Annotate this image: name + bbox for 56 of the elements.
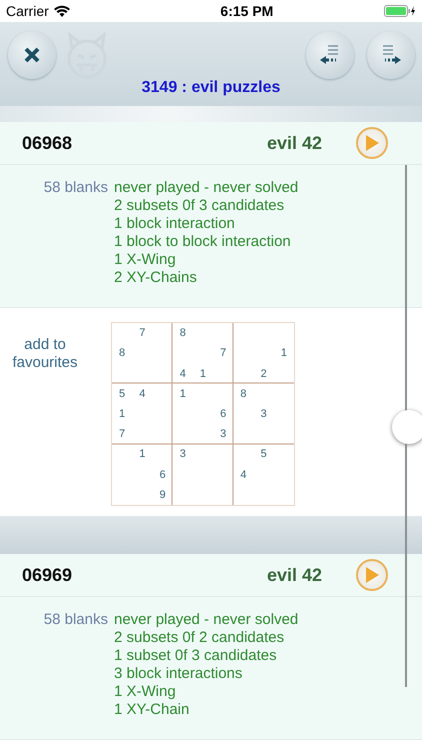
play-button[interactable] — [356, 559, 388, 591]
grid-digit: 8 — [119, 347, 126, 360]
play-button[interactable] — [356, 127, 388, 159]
grid-digit: 1 — [119, 408, 126, 420]
grid-digit: 8 — [240, 388, 246, 400]
clock-time: 6:15 PM — [220, 3, 274, 19]
puzzle-number: 06969 — [22, 564, 74, 586]
grid-digit: 1 — [280, 347, 287, 360]
grid-digit: 5 — [260, 448, 267, 460]
grid-digit: 4 — [180, 368, 186, 380]
grid-digit: 7 — [139, 327, 146, 340]
grid-digit: 6 — [220, 408, 226, 420]
grid-digit: 1 — [139, 448, 146, 460]
grid-digit: 1 — [180, 388, 186, 400]
grid-digit: 5 — [119, 388, 126, 400]
technique-line: 1 X-Wing — [114, 683, 177, 701]
grid-digit: 1 — [200, 368, 206, 380]
grid-digit: 4 — [240, 468, 246, 481]
close-icon — [24, 47, 40, 63]
blanks-count: 58 blanks — [44, 611, 108, 628]
puzzle-number: 06968 — [22, 132, 74, 154]
technique-line: 1 subset 0f 3 candidates — [114, 647, 278, 665]
play-icon — [364, 566, 380, 584]
battery-icon — [384, 5, 416, 17]
grid-digit: 7 — [220, 347, 226, 360]
technique-line: 2 subsets 0f 2 candidates — [114, 629, 286, 647]
header-title: 3149 : evil puzzles — [140, 79, 282, 97]
previous-button[interactable] — [306, 31, 354, 79]
technique-line: 3 block interactions — [114, 665, 244, 683]
sudoku-grid[interactable]: 7 8 8 7 1 4 1 2 5 4 1 8 1 6 3 7 3 1 3 5 6 4 9 — [111, 322, 295, 506]
technique-line: 2 XY-Chains — [114, 269, 198, 287]
technique-line: 1 XY-Chain — [114, 701, 190, 719]
add-to-favourites-link[interactable]: add to favourites — [0, 322, 90, 516]
puzzle-rating: evil 42 — [266, 564, 322, 586]
technique-line: 1 block to block interaction — [114, 233, 292, 251]
puzzle-rating: evil 42 — [266, 132, 322, 154]
carrier-label: Carrier — [6, 3, 49, 19]
technique-line: 2 subsets 0f 3 candidates — [114, 197, 286, 215]
play-icon — [364, 134, 380, 152]
close-button[interactable] — [8, 31, 56, 79]
technique-line: never played - never solved — [114, 611, 298, 629]
grid-digit: 2 — [260, 368, 267, 380]
technique-line: 1 X-Wing — [114, 251, 177, 269]
grid-digit: 6 — [159, 468, 166, 481]
grid-digit: 3 — [180, 448, 186, 460]
blanks-count: 58 blanks — [44, 179, 108, 196]
grid-digit: 3 — [220, 428, 226, 440]
grid-digit: 3 — [260, 408, 267, 420]
technique-line: 1 block interaction — [114, 215, 236, 233]
grid-digit: 9 — [159, 488, 166, 501]
wifi-icon — [54, 5, 70, 17]
grid-digit: 7 — [119, 428, 126, 440]
next-button[interactable] — [367, 31, 415, 79]
grid-digit: 8 — [180, 327, 186, 340]
grid-digit: 4 — [139, 388, 146, 400]
technique-line: never played - never solved — [114, 179, 298, 197]
